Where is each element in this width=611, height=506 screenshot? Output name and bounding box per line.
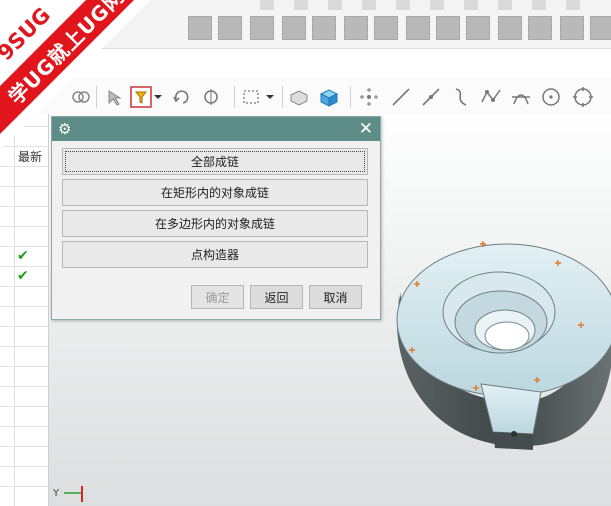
toolbar-button[interactable] bbox=[466, 16, 490, 40]
solid-body-icon[interactable] bbox=[288, 86, 310, 108]
toolbar-button[interactable] bbox=[282, 16, 306, 40]
rotate-icon[interactable] bbox=[170, 86, 192, 108]
control-point-icon[interactable] bbox=[480, 86, 502, 108]
close-icon[interactable]: ✕ bbox=[359, 118, 373, 140]
back-button[interactable]: 返回 bbox=[250, 285, 303, 309]
navigator-column-header[interactable]: 最新 bbox=[16, 148, 45, 165]
chain-in-rectangle-button[interactable]: 在矩形内的对象成链 bbox=[62, 179, 368, 206]
toolbar-button[interactable] bbox=[188, 16, 212, 40]
toolbar-button[interactable] bbox=[250, 16, 274, 40]
quadrant-point-icon[interactable] bbox=[572, 86, 594, 108]
toolbar-button[interactable] bbox=[498, 16, 522, 40]
cube-icon[interactable] bbox=[318, 86, 340, 108]
chain-in-polygon-button[interactable]: 在多边形内的对象成链 bbox=[62, 210, 368, 237]
check-icon: ✔ bbox=[17, 268, 29, 284]
chevron-down-icon[interactable] bbox=[264, 86, 276, 108]
axis-label-y: Y bbox=[53, 488, 60, 499]
part-tab-hole bbox=[511, 431, 517, 437]
toolbar-button[interactable] bbox=[560, 16, 584, 40]
part-through-hole bbox=[484, 321, 530, 351]
midpoint-icon[interactable] bbox=[420, 86, 442, 108]
toolbar-row-cutoff bbox=[260, 0, 600, 10]
arc-center-icon[interactable] bbox=[540, 86, 562, 108]
chevron-down-icon[interactable] bbox=[152, 86, 164, 108]
chain-all-button[interactable]: 全部成链 bbox=[62, 148, 368, 175]
toolbar-button[interactable] bbox=[590, 16, 611, 40]
toolbar-button[interactable] bbox=[218, 16, 242, 40]
view-triad: Y bbox=[53, 484, 86, 502]
navigator-column-divider bbox=[14, 114, 15, 506]
toolbar-button[interactable] bbox=[406, 16, 430, 40]
snap-view-icon[interactable] bbox=[200, 86, 222, 108]
line-icon[interactable] bbox=[390, 86, 412, 108]
navigator-grid bbox=[0, 114, 48, 506]
part-navigator: 最新 ✔ ✔ bbox=[0, 114, 49, 506]
toolbar-button[interactable] bbox=[374, 16, 398, 40]
rectangle-select-icon[interactable] bbox=[240, 86, 262, 108]
toolbar-button[interactable] bbox=[436, 16, 460, 40]
point-constructor-button[interactable]: 点构造器 bbox=[62, 241, 368, 268]
toolbar-button[interactable] bbox=[344, 16, 368, 40]
ok-button[interactable]: 确定 bbox=[191, 285, 244, 309]
cancel-button[interactable]: 取消 bbox=[309, 285, 362, 309]
intersection-icon[interactable] bbox=[510, 86, 532, 108]
snap-points-icon[interactable] bbox=[358, 86, 380, 108]
curve-icon[interactable] bbox=[450, 86, 472, 108]
toolbar-button[interactable] bbox=[528, 16, 552, 40]
toolbar-button[interactable] bbox=[312, 16, 336, 40]
check-icon: ✔ bbox=[17, 248, 29, 264]
